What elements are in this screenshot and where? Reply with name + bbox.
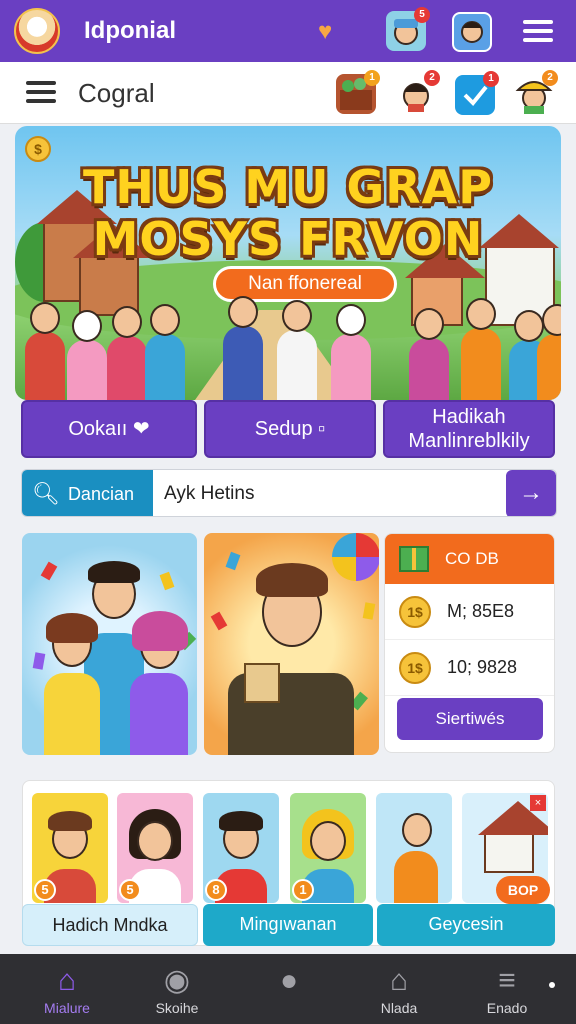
person-illustration: [223, 296, 263, 400]
hero-title-line2: MOSYS FRVON: [92, 212, 484, 266]
search-bar: 🔍︎ Dancian →: [21, 469, 557, 517]
search-go-button[interactable]: →: [506, 470, 556, 516]
avatar-notifications-icon[interactable]: 5: [386, 7, 430, 51]
close-icon[interactable]: ×: [530, 795, 546, 811]
nav-item-search[interactable]: ◉ Skoihe: [122, 964, 232, 1016]
friend-badge: 2: [424, 70, 440, 86]
page-title: Cogral: [78, 78, 155, 108]
store-icon: ⌂: [389, 964, 409, 997]
person-illustration: [107, 306, 147, 400]
menu-icon[interactable]: [523, 20, 553, 42]
home-icon: ⌂: [57, 964, 77, 997]
thumbnail-number: 5: [34, 879, 56, 901]
action-button-1[interactable]: Ookaıı ❤: [21, 400, 197, 458]
bop-badge[interactable]: BOP: [496, 876, 550, 904]
search-input[interactable]: [164, 479, 504, 509]
thumbnail-number: 5: [119, 879, 141, 901]
treasure-chest-icon[interactable]: 1: [336, 70, 380, 114]
reward-value: 10; 9828: [447, 657, 518, 677]
prize-wheel-icon: [332, 533, 379, 581]
category-tab-1[interactable]: Hadich Mndka: [22, 904, 198, 946]
category-tab-3[interactable]: Geycesin: [377, 904, 555, 946]
person-illustration: [145, 304, 185, 400]
coin-icon: 1$: [399, 651, 431, 684]
thumbnail-number: 8: [205, 879, 227, 901]
indicator-dot: [549, 982, 555, 988]
reward-title: CO DB: [445, 549, 499, 568]
gift-icon: [399, 546, 429, 572]
reward-value: M; 85E8: [447, 601, 515, 621]
profile-avatar[interactable]: [452, 12, 492, 52]
person-illustration: [461, 298, 501, 400]
thumbnail-item[interactable]: [376, 793, 452, 903]
reward-panel: CO DB 1$ M; 85E8 1$ 10; 9828 Siertiwés: [384, 533, 555, 753]
thumbnail-item[interactable]: 5: [32, 793, 108, 903]
nav-item-menu[interactable]: ≡ Enado: [452, 964, 562, 1016]
reward-header: CO DB: [385, 534, 554, 584]
hero-title-line1: THUS MU GRAP: [82, 160, 493, 214]
girl-figure: [130, 673, 188, 755]
nav-item-home[interactable]: ⌂ Mialure: [12, 964, 122, 1016]
gift-box-icon: [244, 663, 280, 703]
person-illustration: [67, 310, 107, 400]
hat-badge: 2: [542, 70, 558, 86]
reward-action-button[interactable]: Siertiwés: [397, 698, 543, 740]
nav-label: Nlada: [380, 1000, 418, 1016]
person-illustration: [25, 302, 65, 400]
list-icon: ≡: [498, 964, 516, 997]
person-illustration: [277, 300, 317, 400]
search-tab-label: Dancian: [67, 483, 134, 504]
search-category-tab[interactable]: 🔍︎ Dancian: [22, 470, 153, 516]
chat-bubble-icon: ●: [279, 964, 299, 997]
nav-label: Skoihe: [155, 1000, 199, 1016]
person-illustration: [537, 304, 561, 400]
reward-row: 1$ 10; 9828: [385, 640, 554, 696]
thumbnail-number: 1: [292, 879, 314, 901]
magnifier-icon: ◉: [163, 964, 191, 997]
nav-item-store[interactable]: ⌂ Nlada: [344, 964, 454, 1016]
sub-header: Cogral 1 2 1 2: [0, 62, 576, 124]
family-card[interactable]: [22, 533, 197, 755]
mother-figure: [44, 673, 100, 755]
nav-label: Enado: [486, 1000, 528, 1016]
search-icon: 🔍︎: [32, 481, 60, 506]
app-name: Idponial: [84, 17, 176, 44]
nav-label: Mialure: [44, 1000, 90, 1016]
thumbnail-item[interactable]: 1: [290, 793, 366, 903]
action-button-2[interactable]: Sedup ▫: [204, 400, 376, 458]
thumbnail-item[interactable]: 8: [203, 793, 279, 903]
coin-icon: $: [25, 136, 51, 162]
heart-icon[interactable]: ♥: [318, 18, 332, 46]
person-illustration: [331, 304, 371, 400]
app-bar: Idponial ♥ 5: [0, 0, 576, 62]
category-tab-2[interactable]: Mingıwanan: [203, 904, 373, 946]
notification-badge: 5: [414, 7, 430, 23]
coin-icon: 1$: [399, 595, 431, 628]
tasks-check-icon[interactable]: 1: [455, 71, 499, 115]
drawer-menu-icon[interactable]: [26, 81, 56, 103]
bottom-nav: ⌂ Mialure ◉ Skoihe ● ⌂ Nlada ≡ Enado: [0, 954, 576, 1024]
reward-row: 1$ M; 85E8: [385, 584, 554, 640]
tasks-badge: 1: [483, 71, 499, 87]
action-button-3[interactable]: Hadikah Manlinreblkily: [383, 400, 555, 458]
friend-avatar-icon[interactable]: 2: [396, 70, 440, 114]
hero-banner[interactable]: $ THUS MU GRAP MOSYS FRVON Nan ffonereal: [15, 126, 561, 400]
nav-item-chat[interactable]: ●: [234, 964, 344, 1000]
gift-card[interactable]: [204, 533, 379, 755]
chest-badge: 1: [364, 70, 380, 86]
app-logo[interactable]: [14, 8, 60, 54]
thumbnail-item[interactable]: 5: [117, 793, 193, 903]
hat-avatar-icon[interactable]: 2: [514, 70, 558, 114]
person-illustration: [409, 308, 449, 400]
